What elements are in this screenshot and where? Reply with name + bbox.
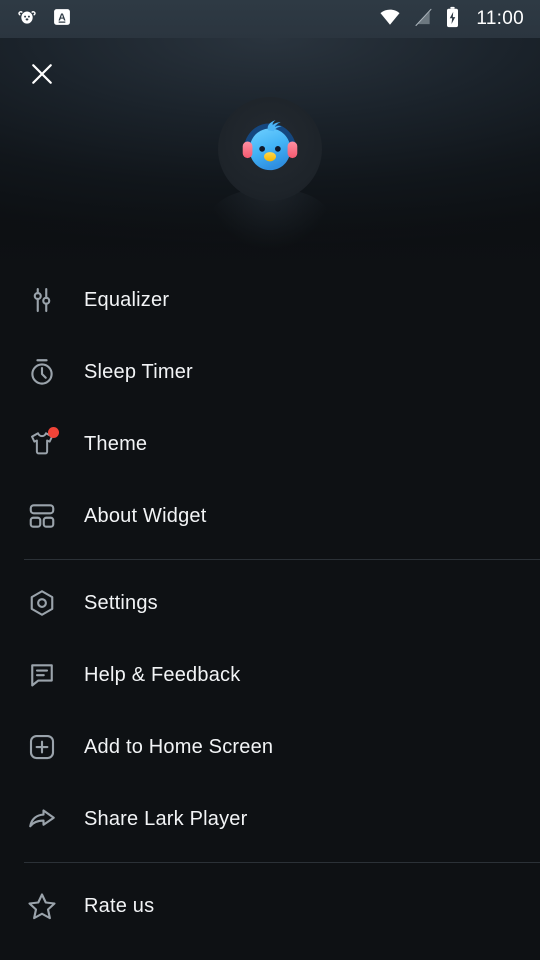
menu-item-label: Settings xyxy=(84,591,158,614)
menu-item-label: Sleep Timer xyxy=(84,360,193,383)
wifi-icon xyxy=(379,6,401,33)
theme-new-badge xyxy=(48,427,59,438)
close-button[interactable] xyxy=(22,56,62,96)
menu-item-label: About Widget xyxy=(84,504,207,527)
menu-group-secondary: Settings Help & Feedback Add to Home Scr… xyxy=(0,567,540,855)
a-letter-app-icon: A xyxy=(52,7,72,32)
lark-player-bird-logo xyxy=(233,110,307,189)
status-bar: A 11:00 xyxy=(0,0,540,38)
star-icon xyxy=(22,886,62,926)
status-bar-clock: 11:00 xyxy=(476,8,524,29)
menu-item-label: Theme xyxy=(84,432,148,455)
dog-headphones-app-icon xyxy=(16,6,38,33)
menu-item-theme[interactable]: Theme xyxy=(0,408,540,480)
add-to-home-screen-icon xyxy=(22,727,62,767)
drawer-menu: Equalizer Sleep Timer Theme About Widget… xyxy=(0,264,540,942)
menu-group-tertiary: Rate us xyxy=(0,870,540,942)
menu-divider xyxy=(24,862,540,863)
signal-off-icon xyxy=(413,7,433,32)
equalizer-icon xyxy=(22,280,62,320)
menu-item-add-to-home-screen[interactable]: Add to Home Screen xyxy=(0,711,540,783)
menu-item-sleep-timer[interactable]: Sleep Timer xyxy=(0,336,540,408)
menu-item-help-feedback[interactable]: Help & Feedback xyxy=(0,639,540,711)
menu-item-label: Help & Feedback xyxy=(84,663,241,686)
status-bar-system-icons: 11:00 xyxy=(379,6,524,33)
status-bar-notifications: A xyxy=(16,6,72,33)
about-widget-icon xyxy=(22,496,62,536)
battery-charging-icon xyxy=(445,6,460,33)
menu-item-settings[interactable]: Settings xyxy=(0,567,540,639)
menu-item-share-lark-player[interactable]: Share Lark Player xyxy=(0,783,540,855)
close-icon xyxy=(28,60,56,93)
menu-item-label: Equalizer xyxy=(84,288,170,311)
sleep-timer-icon xyxy=(22,352,62,392)
menu-item-about-widget[interactable]: About Widget xyxy=(0,480,540,552)
theme-tshirt-icon xyxy=(22,424,62,464)
settings-icon xyxy=(22,583,62,623)
menu-item-label: Share Lark Player xyxy=(84,807,248,830)
menu-group-primary: Equalizer Sleep Timer Theme About Widget xyxy=(0,264,540,552)
menu-divider xyxy=(24,559,540,560)
app-screen: A 11:00 Equalizer Sleep Timer Theme Abou… xyxy=(0,0,540,960)
help-feedback-icon xyxy=(22,655,62,695)
share-icon xyxy=(22,799,62,839)
drawer-header xyxy=(0,38,540,270)
app-logo[interactable] xyxy=(218,97,322,201)
menu-item-rate-us[interactable]: Rate us xyxy=(0,870,540,942)
menu-item-label: Add to Home Screen xyxy=(84,735,274,758)
menu-item-label: Rate us xyxy=(84,894,155,917)
menu-item-equalizer[interactable]: Equalizer xyxy=(0,264,540,336)
